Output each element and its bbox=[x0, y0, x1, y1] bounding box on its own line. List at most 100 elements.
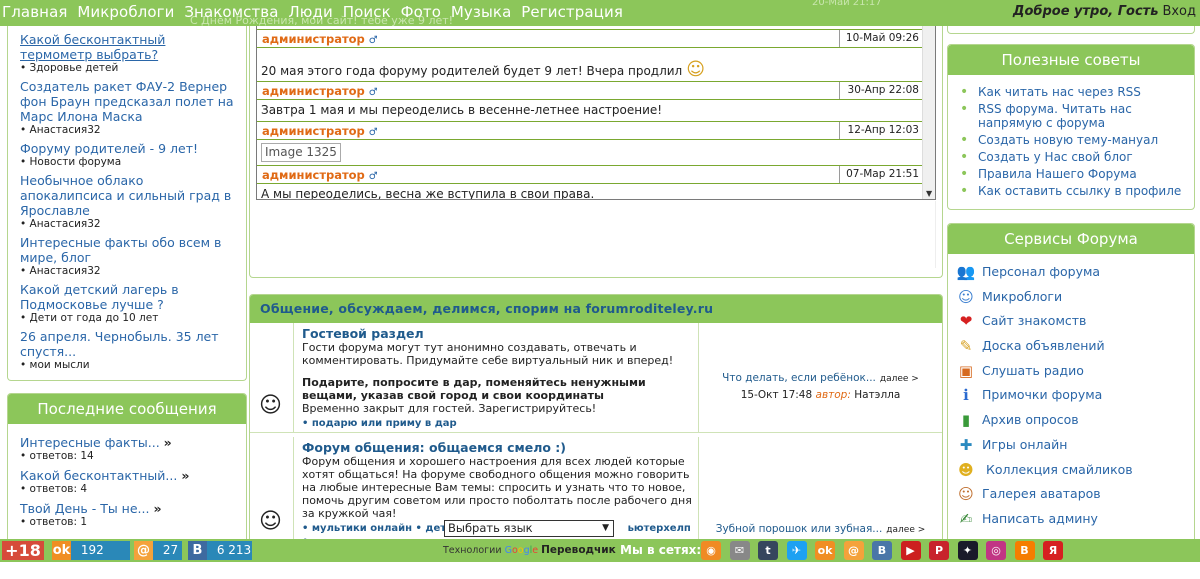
mailru-icon[interactable]: @ bbox=[843, 541, 864, 560]
vk-counter[interactable]: B 6 213 bbox=[188, 541, 252, 560]
email-icon[interactable]: ✉ bbox=[729, 541, 750, 560]
topic-link[interactable]: Какой бесконтактный термометр выбрать? bbox=[20, 32, 234, 62]
service-link[interactable]: ✎ Доска объявлений bbox=[948, 334, 1194, 359]
last-post-cell: Зубной порошок или зубная... далее > bbox=[698, 437, 942, 543]
service-link[interactable]: ☺ Микроблоги bbox=[948, 285, 1194, 310]
translator-label: Переводчик bbox=[541, 544, 616, 556]
chat-author-name[interactable]: администратор bbox=[262, 168, 365, 182]
forum-desc-text: Гости форума могут тут анонимно создават… bbox=[302, 341, 674, 367]
mailru-counter[interactable]: @ 27 bbox=[134, 541, 182, 560]
nav-search[interactable]: Поиск bbox=[343, 3, 391, 21]
nav-home[interactable]: Главная bbox=[2, 3, 68, 21]
odnoklassniki-icon[interactable]: ok bbox=[815, 541, 835, 560]
forum-icon-cell: ☺ bbox=[250, 437, 294, 543]
chat-author[interactable]: администратор ♂ bbox=[262, 124, 378, 138]
service-link[interactable]: ✚ Игры онлайн bbox=[948, 433, 1194, 458]
topic-link[interactable]: Форуму родителей - 9 лет! bbox=[20, 141, 234, 156]
blogger-icon[interactable]: B bbox=[1014, 541, 1035, 560]
latest-message-title[interactable]: Какой бесконтактный... » bbox=[20, 468, 234, 483]
livejournal-icon[interactable]: ✦ bbox=[957, 541, 978, 560]
tip-link[interactable]: Создать у Нас свой блог bbox=[958, 150, 1194, 164]
forum-title-link[interactable]: Гостевой раздел bbox=[302, 326, 692, 341]
topic-link[interactable]: Какой детский лагерь в Подмосковье лучше… bbox=[20, 282, 234, 312]
language-select[interactable]: Выбрать язык ▼ bbox=[444, 520, 614, 537]
topic-link[interactable]: Необычное облако апокалипсиса и сильный … bbox=[20, 173, 234, 218]
service-label: Микроблоги bbox=[982, 288, 1063, 304]
subforum-link[interactable]: • подарю или приму в дар bbox=[302, 417, 692, 430]
people-icon: 👥 bbox=[956, 263, 976, 281]
login-link[interactable]: Вход bbox=[1162, 4, 1196, 19]
service-link[interactable]: ▮ Архив опросов bbox=[948, 408, 1194, 433]
latest-message-link[interactable]: Твой День - Ты не... bbox=[20, 501, 149, 516]
chat-message-header: администратор ♂ 30-Апр 22:08 bbox=[257, 82, 923, 100]
chat-author[interactable]: администратор ♂ bbox=[262, 32, 378, 46]
chat-scrollbar[interactable]: ▼ bbox=[922, 0, 935, 199]
service-link[interactable]: ▣ Слушать радио bbox=[948, 359, 1194, 384]
tumblr-icon[interactable]: t bbox=[758, 541, 778, 560]
main-menu: Главная Микроблоги Знакомства Люди Поиск… bbox=[2, 3, 628, 21]
nav-register[interactable]: Регистрация bbox=[521, 3, 623, 21]
last-post-link[interactable]: Что делать, если ребёнок... bbox=[722, 372, 876, 384]
chat-author[interactable]: администратор ♂ bbox=[262, 84, 378, 98]
chat-timestamp: 30-Апр 22:08 bbox=[839, 82, 923, 99]
more-link[interactable]: далее > bbox=[880, 374, 919, 384]
last-post-date: 15-Окт 17:48 bbox=[740, 389, 813, 401]
service-link[interactable]: ✍ Написать админу bbox=[948, 507, 1194, 532]
service-link[interactable]: ℹ Примочки форума bbox=[948, 383, 1194, 408]
more-link[interactable]: далее > bbox=[886, 525, 925, 535]
last-post-meta: 15-Окт 17:48 автор: Натэлла bbox=[699, 389, 942, 401]
last-post-link[interactable]: Зубной порошок или зубная... bbox=[716, 523, 883, 535]
chat-author-name[interactable]: администратор bbox=[262, 124, 365, 138]
chat-author-name[interactable]: администратор bbox=[262, 84, 365, 98]
tip-link[interactable]: Создать новую тему-мануал bbox=[958, 133, 1194, 147]
nav-people[interactable]: Люди bbox=[288, 3, 332, 21]
forum-title-link[interactable]: Форум общения: общаемся смело :) bbox=[302, 440, 692, 455]
nav-microblogs[interactable]: Микроблоги bbox=[77, 3, 174, 21]
pinterest-icon[interactable]: P bbox=[929, 541, 949, 560]
service-label: Слушать радио bbox=[982, 362, 1084, 378]
subforum-link[interactable]: • мультики онлайн • дет bbox=[302, 523, 446, 534]
tip-link[interactable]: Как читать нас через RSS bbox=[958, 85, 1194, 99]
latest-message-link[interactable]: Интересные факты... bbox=[20, 435, 160, 450]
rss-icon[interactable]: ◉ bbox=[701, 541, 721, 560]
forum-section: Общение, обсуждаем, делимся, спорим на f… bbox=[249, 294, 943, 544]
scroll-down-arrow-icon[interactable]: ▼ bbox=[926, 189, 932, 198]
service-link[interactable]: 👥 Персонал форума bbox=[948, 260, 1194, 285]
nav-dating[interactable]: Знакомства bbox=[184, 3, 278, 21]
broken-image[interactable]: Image 1325 bbox=[261, 143, 341, 162]
google-translate-credit[interactable]: Технологии Google Переводчик bbox=[443, 544, 616, 556]
nav-photo[interactable]: Фото bbox=[401, 3, 441, 21]
youtube-icon[interactable]: ▶ bbox=[900, 541, 921, 560]
instagram-icon[interactable]: ◎ bbox=[986, 541, 1006, 560]
chat-input-area[interactable] bbox=[256, 201, 936, 268]
smiley-icon: ☺ bbox=[259, 509, 282, 534]
chat-message-content: 20 мая этого года форуму родителей будет… bbox=[261, 64, 683, 78]
topic-link[interactable]: Создатель ракет ФАУ-2 Вернер фон Браун п… bbox=[20, 79, 234, 124]
topic-item: Какой детский лагерь в Подмосковье лучше… bbox=[20, 282, 234, 325]
vk-icon[interactable]: B bbox=[872, 541, 892, 560]
tip-link[interactable]: Правила Нашего Форума bbox=[958, 167, 1194, 181]
tip-link[interactable]: RSS форума. Читать нас напрямую с форума bbox=[958, 102, 1194, 130]
google-logo-g: G bbox=[504, 545, 512, 556]
latest-message-link[interactable]: Какой бесконтактный... bbox=[20, 468, 177, 483]
topic-subtitle: мои мысли bbox=[20, 359, 234, 372]
last-post-author[interactable]: Натэлла bbox=[854, 389, 900, 401]
chat-frame: администратор ♂ 10-Май 09:26 20 мая этого г… bbox=[256, 0, 936, 200]
topic-item: 26 апреля. Чернобыль. 35 лет спустя...мо… bbox=[20, 329, 234, 372]
latest-message-title[interactable]: Твой День - Ты не... » bbox=[20, 501, 234, 516]
nav-music[interactable]: Музыка bbox=[451, 3, 512, 21]
twitter-icon[interactable]: ✈ bbox=[786, 541, 807, 560]
yaplakal-icon[interactable]: Я bbox=[1043, 541, 1063, 560]
service-link[interactable]: ☻ Коллекция смайликов bbox=[948, 458, 1194, 483]
topic-link[interactable]: Интересные факты обо всем в мире, блог bbox=[20, 235, 234, 265]
odnoklassniki-counter[interactable]: ok 192 131 bbox=[52, 541, 130, 576]
chat-author[interactable]: администратор ♂ bbox=[262, 168, 378, 182]
tip-link[interactable]: Как оставить ссылку в профиле bbox=[958, 184, 1194, 198]
topic-item: Форуму родителей - 9 лет!Новости форума bbox=[20, 141, 234, 169]
write-icon: ✍ bbox=[959, 509, 973, 528]
service-link[interactable]: ☺ Галерея аватаров bbox=[948, 482, 1194, 507]
service-link[interactable]: ❤ Сайт знакомств bbox=[948, 309, 1194, 334]
latest-message-title[interactable]: Интересные факты... » bbox=[20, 435, 234, 450]
topic-link[interactable]: 26 апреля. Чернобыль. 35 лет спустя... bbox=[20, 329, 234, 359]
chat-author-name[interactable]: администратор bbox=[262, 32, 365, 46]
